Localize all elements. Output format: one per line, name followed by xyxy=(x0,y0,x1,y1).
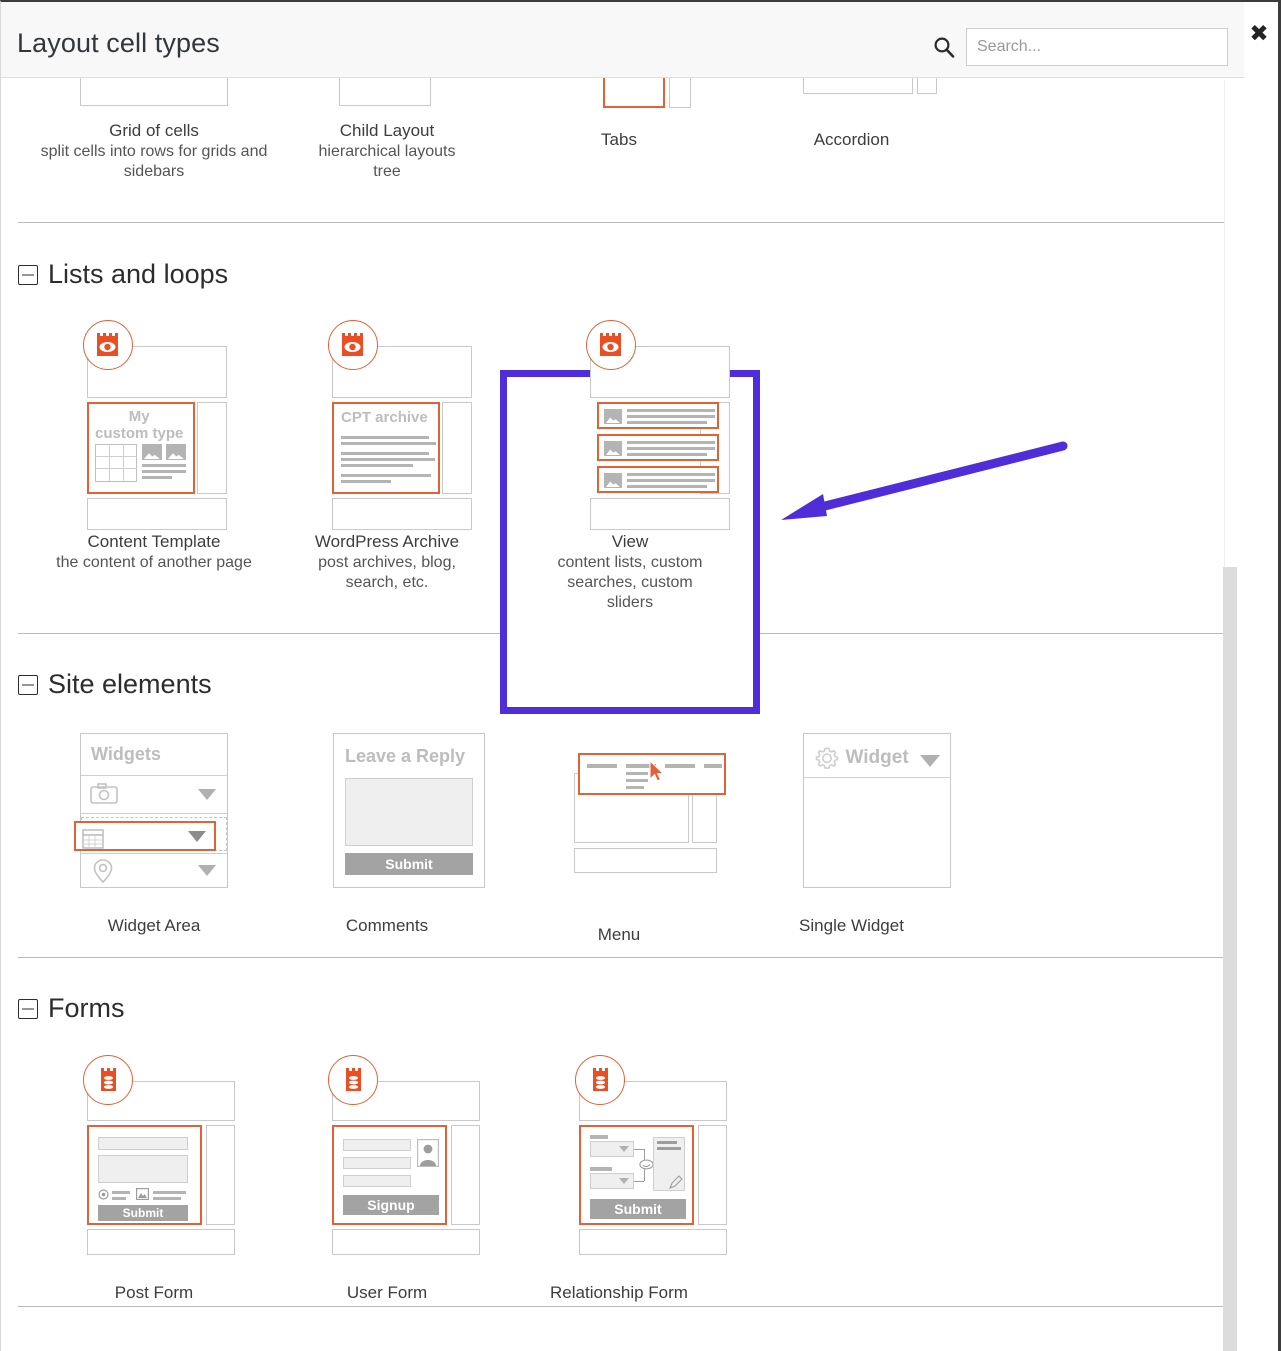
cell-type-label: Menu xyxy=(484,925,754,945)
cell-type-label: Content Template xyxy=(18,532,290,552)
cell-type-accordion[interactable]: Accordion xyxy=(754,78,949,150)
cell-type-tabs[interactable]: Tabs xyxy=(484,78,754,150)
search-icon xyxy=(933,36,955,58)
cell-type-label: Single Widget xyxy=(754,916,949,936)
section-title: Lists and loops xyxy=(48,259,228,290)
relationship-form-db-badge xyxy=(575,1055,625,1105)
cell-type-label: View xyxy=(516,532,744,552)
section-heading-forms[interactable]: Forms xyxy=(18,993,125,1024)
submit-button: Submit xyxy=(98,1205,188,1221)
cell-type-label: Relationship Form xyxy=(484,1283,754,1303)
user-form-thumb: Signup xyxy=(312,1053,462,1253)
section-heading-site-elements[interactable]: Site elements xyxy=(18,669,212,700)
cell-type-user-form[interactable]: Signup User Form xyxy=(290,1053,484,1303)
cell-type-label: Grid of cells xyxy=(18,121,290,141)
collapse-toggle-icon[interactable] xyxy=(18,675,38,695)
cell-type-subtitle: content lists, custom searches, custom s… xyxy=(516,553,744,613)
child-layout-thumb xyxy=(339,78,435,112)
collapse-toggle-icon[interactable] xyxy=(18,265,38,285)
cell-type-post-form[interactable]: Submit Post Form xyxy=(18,1053,290,1303)
collapse-toggle-icon[interactable] xyxy=(18,999,38,1019)
search-area xyxy=(933,28,1228,66)
post-form-thumb: Submit xyxy=(79,1053,229,1253)
cell-type-subtitle: the content of another page xyxy=(18,553,290,573)
cell-type-subtitle: split cells into rows for grids and side… xyxy=(18,142,290,182)
comments-thumb: Leave a Reply Submit xyxy=(311,733,463,888)
cell-type-label: Post Form xyxy=(18,1283,290,1303)
grid-of-cells-thumb xyxy=(78,78,230,112)
tabs-thumb xyxy=(543,78,695,116)
accordion-thumb xyxy=(778,78,926,116)
section-title: Forms xyxy=(48,993,125,1024)
cell-type-label: Child Layout xyxy=(290,121,484,141)
cell-type-wordpress-archive[interactable]: CPT archive WordPress Archive post xyxy=(290,318,484,593)
cell-type-label: Widget Area xyxy=(18,916,290,936)
cell-type-content-template[interactable]: My custom type xyxy=(18,318,290,573)
cell-type-label: Comments xyxy=(290,916,484,936)
relationship-form-thumb: Submit xyxy=(544,1053,694,1253)
cell-type-label: Accordion xyxy=(754,130,949,150)
cell-type-grid-of-cells[interactable]: Grid of cells split cells into rows for … xyxy=(18,78,290,182)
cell-type-menu[interactable]: Menu xyxy=(484,733,754,945)
section-heading-lists-and-loops[interactable]: Lists and loops xyxy=(18,259,228,290)
cell-type-subtitle: hierarchical layouts tree xyxy=(290,142,484,182)
dialog-header: Layout cell types xyxy=(1,2,1244,78)
content-template-thumb: My custom type xyxy=(79,318,229,518)
vertical-scrollbar-thumb[interactable] xyxy=(1223,567,1237,1351)
post-form-db-badge xyxy=(83,1055,133,1105)
section-divider xyxy=(18,957,1227,958)
cell-type-relationship-form[interactable]: Submit Relationship Form xyxy=(484,1053,754,1303)
cell-type-view[interactable]: View content lists, custom searches, cus… xyxy=(516,318,744,613)
view-eye-badge xyxy=(586,320,636,370)
cell-type-widget-area[interactable]: Widgets xyxy=(18,733,290,936)
wordpress-archive-thumb: CPT archive xyxy=(312,318,462,518)
annotation-arrow xyxy=(771,438,1071,533)
cell-type-label: WordPress Archive xyxy=(290,532,484,552)
view-thumb xyxy=(555,318,705,518)
signup-button: Signup xyxy=(343,1195,439,1215)
submit-button: Submit xyxy=(590,1199,686,1219)
content-template-eye-badge xyxy=(83,320,133,370)
page-title: Layout cell types xyxy=(17,28,220,59)
cell-type-child-layout[interactable]: Child Layout hierarchical layouts tree xyxy=(290,78,484,182)
user-form-db-badge xyxy=(328,1055,378,1105)
cell-type-subtitle: post archives, blog, search, etc. xyxy=(290,553,484,593)
cell-type-label: User Form xyxy=(290,1283,484,1303)
close-icon[interactable]: ✖ xyxy=(1246,20,1272,46)
section-divider xyxy=(18,1306,1227,1307)
section-title: Site elements xyxy=(48,669,212,700)
submit-button: Submit xyxy=(345,853,473,875)
widget-area-thumb: Widgets xyxy=(80,733,228,888)
wordpress-archive-eye-badge xyxy=(328,320,378,370)
cell-types-scroll-area: Grid of cells split cells into rows for … xyxy=(1,78,1244,1351)
cell-type-comments[interactable]: Leave a Reply Submit Comments xyxy=(290,733,484,936)
menu-thumb xyxy=(544,733,694,903)
single-widget-thumb: Widget xyxy=(778,733,926,888)
vertical-scrollbar-track[interactable] xyxy=(1224,80,1241,1351)
section-divider xyxy=(18,222,1227,223)
search-input[interactable] xyxy=(966,28,1228,66)
cell-type-single-widget[interactable]: Widget Single Widget xyxy=(754,733,949,936)
cell-type-label: Tabs xyxy=(484,130,754,150)
